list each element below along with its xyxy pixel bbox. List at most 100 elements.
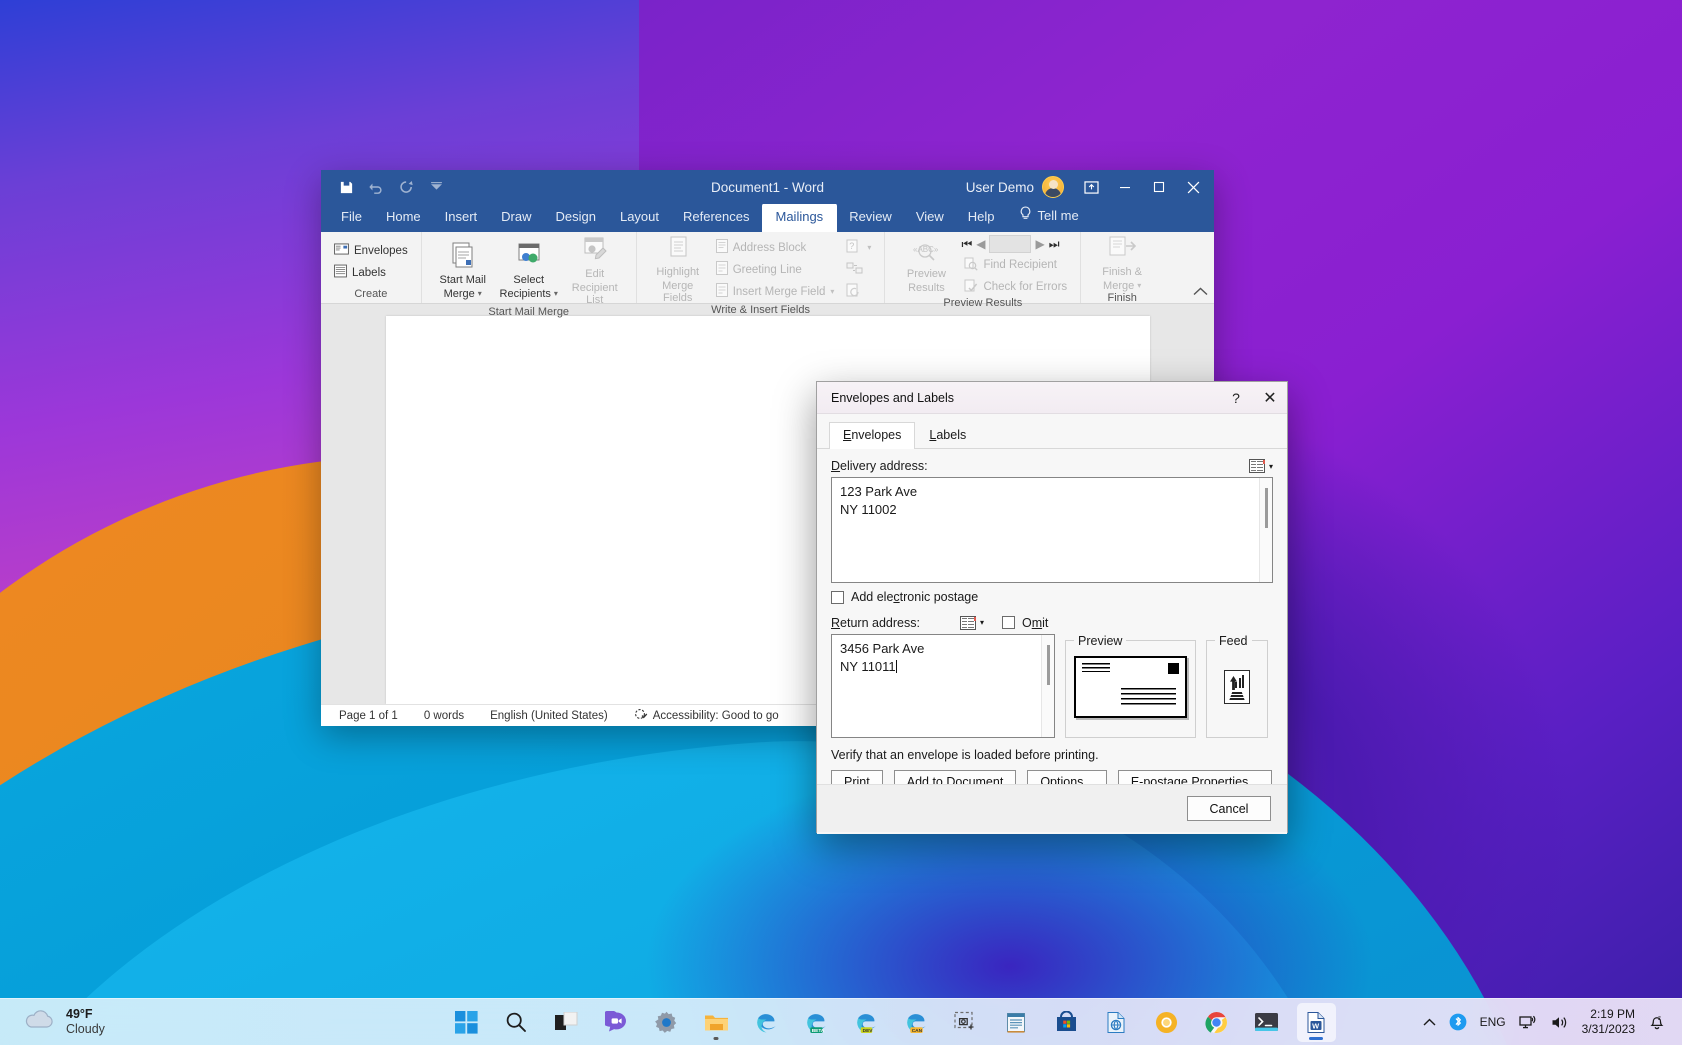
tab-references[interactable]: References [671,204,761,232]
check-for-errors-button: Check for Errors [961,277,1070,297]
ribbon: Envelopes Labels Create [321,232,1214,304]
omit-checkbox[interactable]: Omit [1002,616,1048,630]
status-words[interactable]: 0 words [424,710,464,722]
avatar[interactable] [1042,176,1064,198]
status-page[interactable]: Page 1 of 1 [339,710,398,722]
close-button[interactable] [1176,172,1210,202]
start-button[interactable] [447,1003,486,1042]
show-hidden-icons-button[interactable] [1423,1018,1436,1027]
search-icon[interactable] [497,1003,536,1042]
chevron-down-icon[interactable]: ▾ [980,618,984,627]
microsoft-store-icon[interactable] [1047,1003,1086,1042]
ribbon-tabs: File Home Insert Draw Design Layout Refe… [321,204,1214,232]
tab-layout[interactable]: Layout [608,204,671,232]
tab-draw[interactable]: Draw [489,204,543,232]
labels-button[interactable]: Labels [331,263,411,283]
tab-help[interactable]: Help [956,204,1007,232]
snipping-tool-icon[interactable] [947,1003,986,1042]
edge-icon[interactable] [747,1003,786,1042]
minimize-button[interactable] [1108,172,1142,202]
language-indicator[interactable]: ENG [1480,1015,1506,1029]
last-record-icon[interactable]: ⏭ [1049,237,1060,252]
next-record-icon[interactable]: ▶ [1035,237,1044,251]
tab-design[interactable]: Design [544,204,608,232]
undo-icon[interactable] [363,175,389,199]
tab-view[interactable]: View [904,204,956,232]
add-electronic-postage-label: Add electronic postage [851,590,978,604]
record-number-input[interactable] [989,235,1031,253]
delivery-address-scrollbar[interactable] [1259,478,1272,582]
file-explorer-icon[interactable] [697,1003,736,1042]
first-record-icon[interactable]: ⏮ [961,237,972,252]
envelopes-button[interactable]: Envelopes [331,241,411,261]
bluetooth-icon[interactable] [1449,1013,1467,1031]
select-recipients-button[interactable]: Select Recipients ▾ [498,241,560,300]
ribbon-group-label-preview-results: Preview Results [891,297,1074,312]
chevron-down-icon[interactable]: ▾ [1269,462,1273,471]
cancel-button[interactable]: Cancel [1187,796,1271,821]
task-view-icon[interactable] [547,1003,586,1042]
ribbon-group-create: Envelopes Labels Create [321,232,421,303]
delivery-address-book-button[interactable]: ▾ [1249,459,1273,473]
start-mail-merge-button[interactable]: Start Mail Merge ▾ [432,241,494,300]
tell-me-box[interactable]: Tell me [1007,202,1091,232]
maximize-button[interactable] [1142,172,1176,202]
edge-dev-icon[interactable]: DEV [847,1003,886,1042]
tab-file[interactable]: File [329,204,374,232]
chevron-down-icon[interactable]: ▾ [554,288,558,300]
terminal-icon[interactable] [1247,1003,1286,1042]
feed-direction-icon[interactable] [1224,670,1250,704]
settings-icon[interactable] [647,1003,686,1042]
volume-icon[interactable] [1551,1015,1569,1030]
tab-envelopes-rest: nvelopes [851,428,901,442]
edge-beta-icon[interactable]: BETA [797,1003,836,1042]
status-language[interactable]: English (United States) [490,710,608,722]
word-online-icon[interactable] [1097,1003,1136,1042]
edge-canary-icon[interactable]: CAN [897,1003,936,1042]
tab-mailings[interactable]: Mailings [762,203,838,232]
status-accessibility[interactable]: Accessibility: Good to go [634,708,779,724]
tab-envelopes[interactable]: Envelopes [829,422,915,449]
return-address-line1: 3456 Park Ave [840,640,1046,658]
notepad-icon[interactable] [997,1003,1036,1042]
return-address-input[interactable]: 3456 Park Ave NY 11011 [831,634,1055,738]
chevron-down-icon: ▾ [867,243,871,252]
previous-record-icon[interactable]: ◀ [976,237,985,251]
ribbon-display-options-icon[interactable] [1074,172,1108,202]
tab-insert[interactable]: Insert [433,204,490,232]
return-address-book-button[interactable]: ▾ [960,616,984,630]
edit-recipient-list-label2: Recipient List [564,282,626,306]
scroll-thumb[interactable] [1265,488,1268,528]
help-icon[interactable]: ? [1219,382,1253,413]
envelope-icon [334,243,349,258]
start-mail-merge-label: Start Mail [439,274,485,286]
word-icon[interactable]: W [1297,1003,1336,1042]
notifications-icon[interactable]: z [1648,1013,1666,1031]
update-labels-icon [846,283,862,301]
tab-labels[interactable]: Labels [915,422,980,448]
chrome-icon[interactable] [1197,1003,1236,1042]
cloud-icon [22,1009,56,1036]
scroll-thumb[interactable] [1047,645,1050,685]
network-icon[interactable] [1519,1014,1538,1030]
tab-review[interactable]: Review [837,204,904,232]
chat-icon[interactable] [597,1003,636,1042]
redo-icon[interactable] [393,175,419,199]
close-icon[interactable]: ✕ [1253,382,1287,413]
clock[interactable]: 2:19 PM 3/31/2023 [1582,1007,1635,1037]
collapse-ribbon-icon[interactable] [1193,284,1208,299]
ribbon-group-label-start-mail-merge: Start Mail Merge [428,306,630,321]
add-electronic-postage-checkbox[interactable]: Add electronic postage [831,590,978,604]
chrome-canary-icon[interactable] [1147,1003,1186,1042]
return-address-scrollbar[interactable] [1041,635,1054,737]
check-for-errors-icon [964,279,978,296]
match-fields-button [843,260,874,280]
customize-qat-icon[interactable] [423,175,449,199]
save-icon[interactable] [333,175,359,199]
user-name: User Demo [966,180,1034,195]
weather-widget[interactable]: 49°F Cloudy [0,1007,360,1037]
chevron-down-icon[interactable]: ▾ [478,288,482,300]
envelope-preview-icon [1074,656,1187,718]
delivery-address-input[interactable]: 123 Park Ave NY 11002 [831,477,1273,583]
tab-home[interactable]: Home [374,204,433,232]
